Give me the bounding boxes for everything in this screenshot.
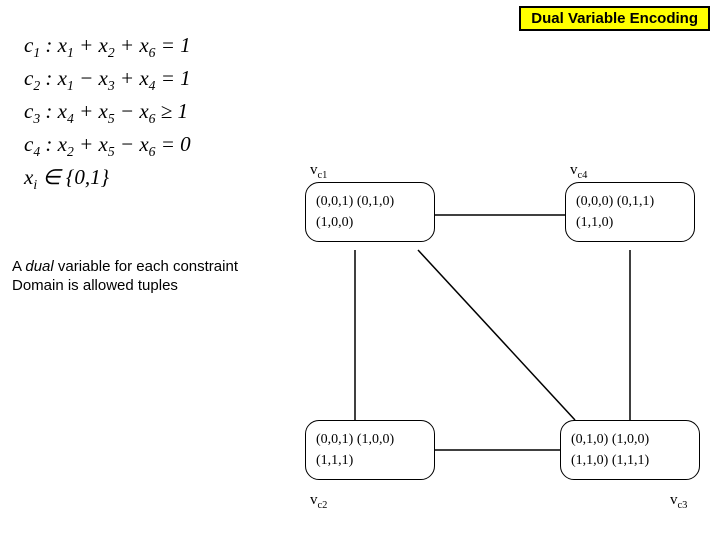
constraint-c2: c2 : x1 − x3 + x4 = 1 <box>24 63 191 96</box>
label-vc1: vc1 <box>310 162 327 181</box>
vc4-row1: (0,0,0) (0,1,1) <box>576 191 684 212</box>
label-vc3: vc3 <box>670 492 687 511</box>
vc2-row2: (1,1,1) <box>316 450 424 471</box>
vc1-row1: (0,0,1) (0,1,0) <box>316 191 424 212</box>
vc2-row1: (0,0,1) (1,0,0) <box>316 429 424 450</box>
node-vc2: (0,0,1) (1,0,0) (1,1,1) <box>305 420 435 480</box>
constraint-c4: c4 : x2 + x5 − x6 = 0 <box>24 129 191 162</box>
vc4-row2: (1,1,0) <box>576 212 684 233</box>
vc1-row2: (1,0,0) <box>316 212 424 233</box>
vc3-row2: (1,1,0) (1,1,1) <box>571 450 689 471</box>
note-line2: Domain is allowed tuples <box>12 277 238 296</box>
label-vc2: vc2 <box>310 492 327 511</box>
label-vc4: vc4 <box>570 162 587 181</box>
node-vc1: (0,0,1) (0,1,0) (1,0,0) <box>305 182 435 242</box>
constraint-domain: xi ∈ {0,1} <box>24 162 191 195</box>
node-vc4: (0,0,0) (0,1,1) (1,1,0) <box>565 182 695 242</box>
constraint-c3: c3 : x4 + x5 − x6 ≥ 1 <box>24 96 191 129</box>
edge-vc1-vc3 <box>418 250 575 420</box>
constraint-list: c1 : x1 + x2 + x6 = 1 c2 : x1 − x3 + x4 … <box>24 30 191 195</box>
dual-graph: vc1 (0,0,1) (0,1,0) (1,0,0) vc4 (0,0,0) … <box>300 170 710 530</box>
title-badge: Dual Variable Encoding <box>519 6 710 31</box>
constraint-c1: c1 : x1 + x2 + x6 = 1 <box>24 30 191 63</box>
vc3-row1: (0,1,0) (1,0,0) <box>571 429 689 450</box>
note-line1: A dual variable for each constraint <box>12 258 238 277</box>
explanation-note: A dual variable for each constraint Doma… <box>12 258 238 296</box>
node-vc3: (0,1,0) (1,0,0) (1,1,0) (1,1,1) <box>560 420 700 480</box>
